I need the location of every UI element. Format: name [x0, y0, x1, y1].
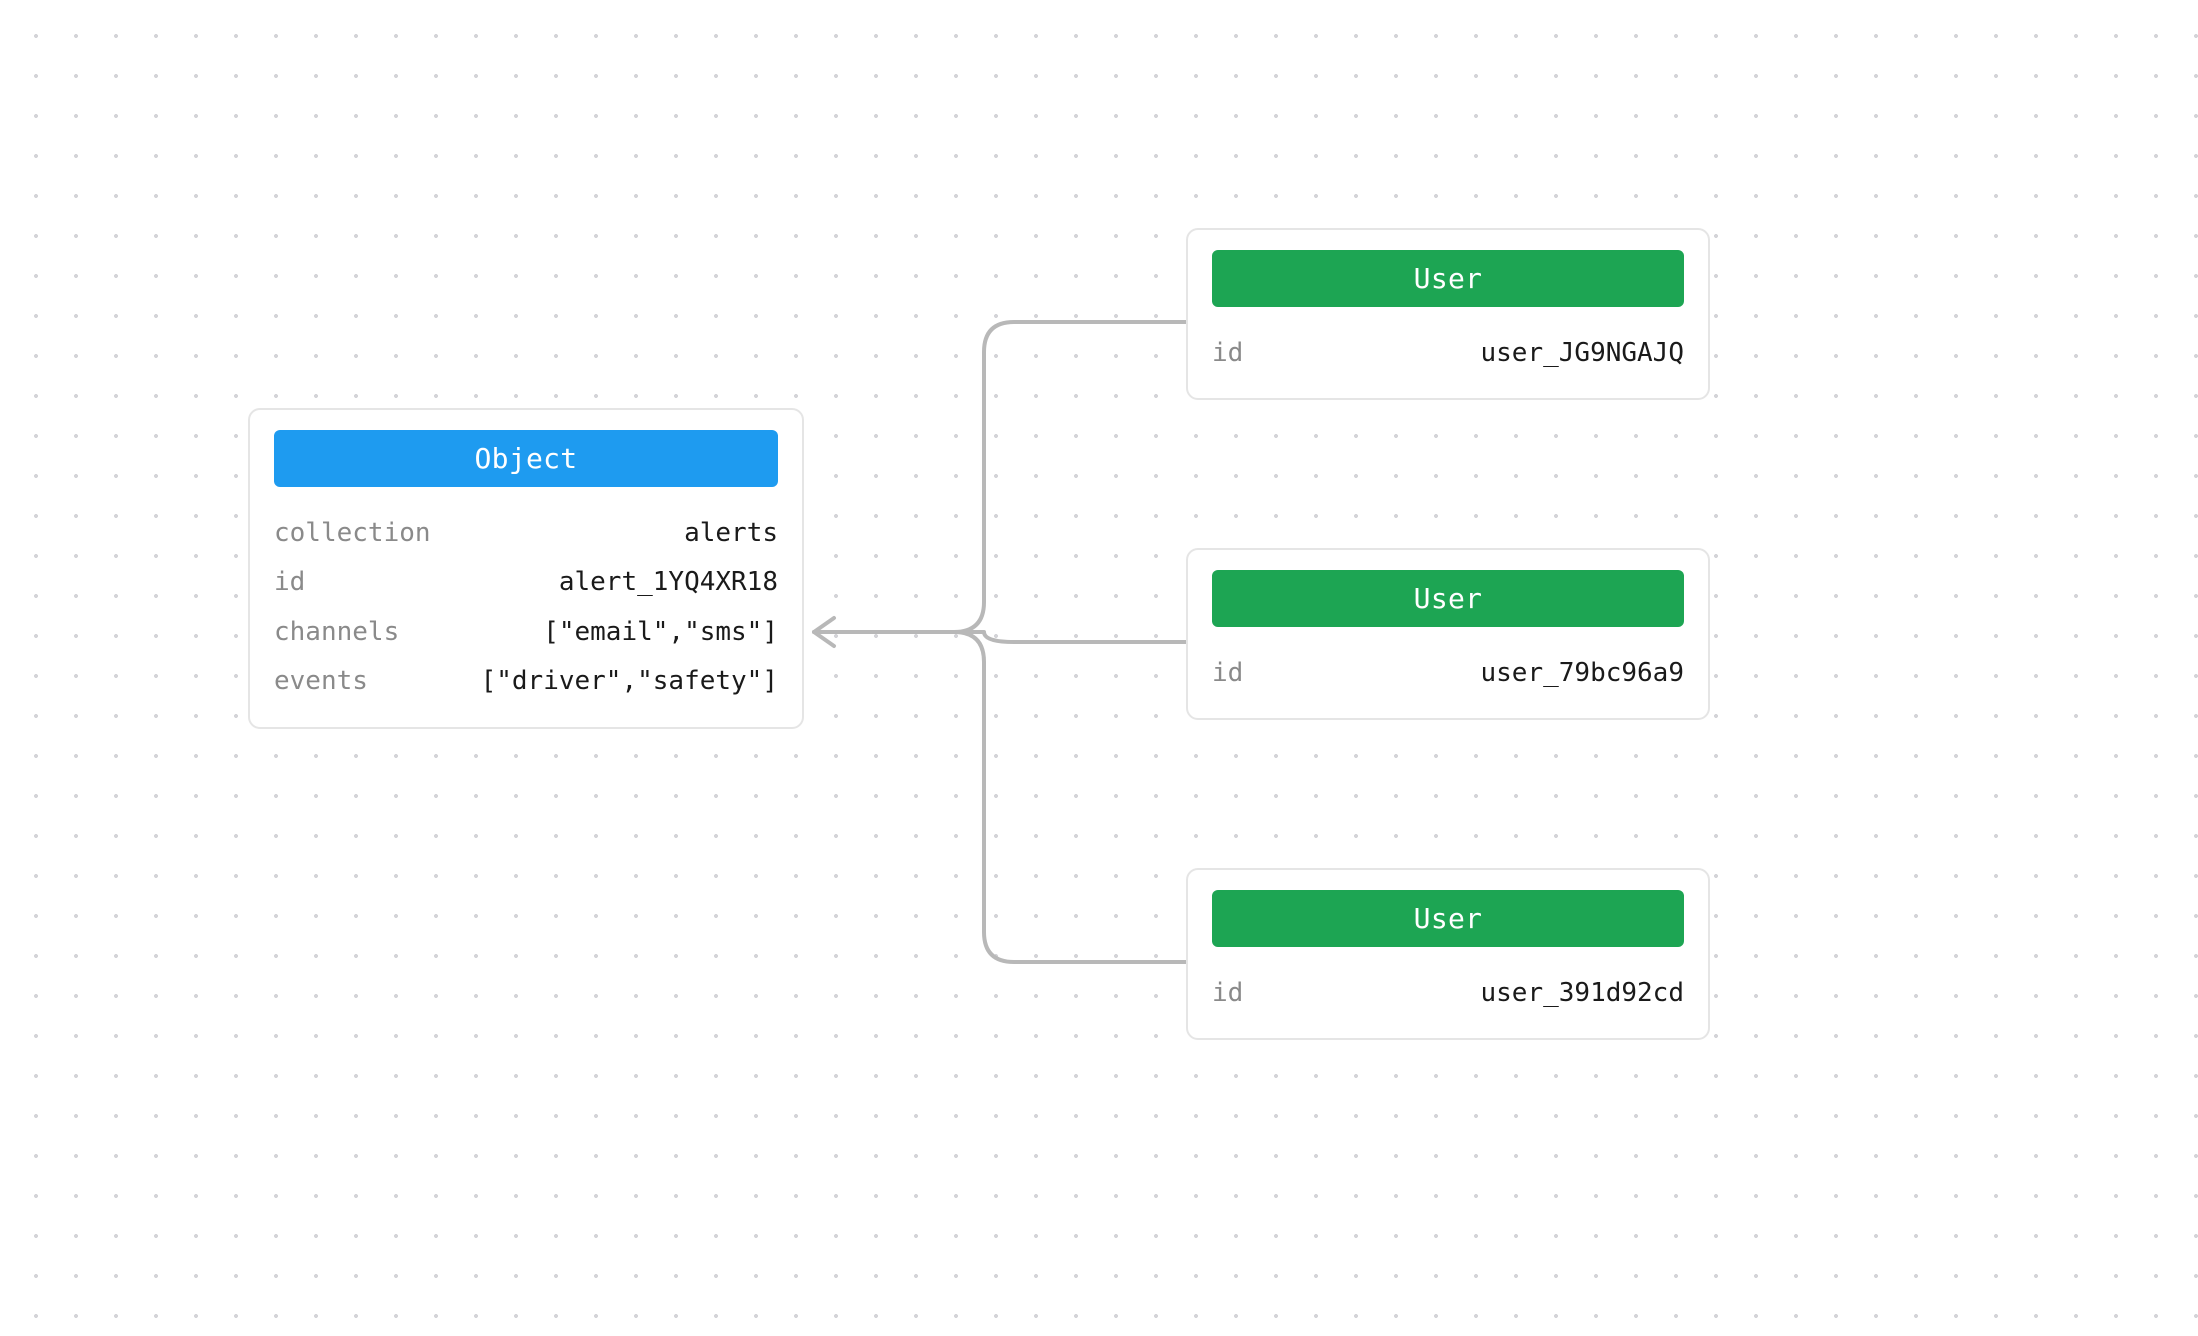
field-label: collection [274, 509, 431, 558]
field-value: user_JG9NGAJQ [1481, 329, 1685, 378]
field-value: ["email","sms"] [543, 608, 778, 657]
field-value: user_391d92cd [1481, 969, 1685, 1018]
object-card-header: Object [274, 430, 778, 487]
field-value: ["driver","safety"] [481, 657, 778, 706]
field-label: id [274, 558, 305, 607]
field-value: alert_1YQ4XR18 [559, 558, 778, 607]
field-label: id [1212, 329, 1243, 378]
connector-lines [804, 280, 1186, 1000]
object-field-collection: collection alerts [274, 509, 778, 558]
object-field-channels: channels ["email","sms"] [274, 608, 778, 657]
user-field-id: id user_391d92cd [1212, 969, 1684, 1018]
field-label: id [1212, 969, 1243, 1018]
user-field-id: id user_79bc96a9 [1212, 649, 1684, 698]
user-card-header: User [1212, 250, 1684, 307]
user-card-3: User id user_391d92cd [1186, 868, 1710, 1040]
user-card-2: User id user_79bc96a9 [1186, 548, 1710, 720]
user-card-1: User id user_JG9NGAJQ [1186, 228, 1710, 400]
field-label: events [274, 657, 368, 706]
diagram-canvas: Object collection alerts id alert_1YQ4XR… [0, 0, 2198, 1336]
user-field-id: id user_JG9NGAJQ [1212, 329, 1684, 378]
user-card-header: User [1212, 570, 1684, 627]
object-field-events: events ["driver","safety"] [274, 657, 778, 706]
field-label: id [1212, 649, 1243, 698]
user-card-header: User [1212, 890, 1684, 947]
field-value: alerts [684, 509, 778, 558]
object-card: Object collection alerts id alert_1YQ4XR… [248, 408, 804, 729]
field-value: user_79bc96a9 [1481, 649, 1685, 698]
object-field-id: id alert_1YQ4XR18 [274, 558, 778, 607]
field-label: channels [274, 608, 399, 657]
